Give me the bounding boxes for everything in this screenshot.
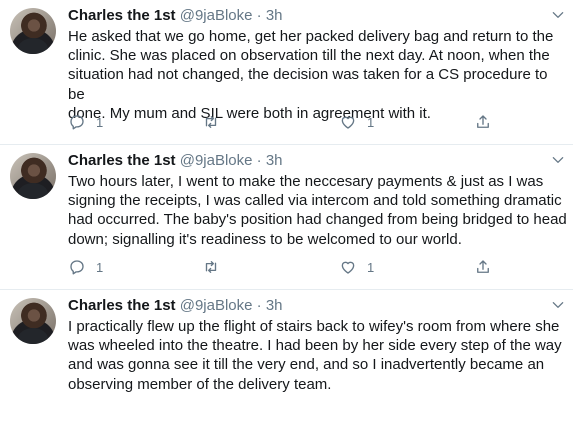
author-name[interactable]: Charles the 1st	[68, 297, 176, 314]
author-name[interactable]: Charles the 1st	[68, 152, 176, 169]
avatar[interactable]	[10, 8, 56, 54]
retweet-icon	[202, 113, 220, 131]
like-icon	[339, 258, 357, 276]
tweet-header: Charles the 1st @9jaBloke · 3h	[68, 6, 543, 26]
separator-dot: ·	[256, 152, 262, 169]
tweet-text: He asked that we go home, get her packed…	[68, 28, 554, 122]
author-handle[interactable]: @9jaBloke	[180, 152, 253, 169]
timestamp[interactable]: 3h	[266, 7, 283, 24]
like-button[interactable]: 1	[339, 112, 374, 132]
like-button[interactable]: 1	[339, 257, 374, 277]
retweet-button[interactable]	[202, 112, 230, 132]
separator-dot: ·	[256, 297, 262, 314]
chevron-down-icon[interactable]	[551, 298, 565, 312]
tweet-actions: 1 1	[68, 257, 508, 277]
reply-count: 1	[96, 259, 104, 275]
tweet-header: Charles the 1st @9jaBloke · 3h	[68, 296, 543, 316]
retweet-icon	[202, 258, 220, 276]
like-count: 1	[367, 259, 375, 275]
timestamp[interactable]: 3h	[266, 297, 283, 314]
reply-button[interactable]: 1	[68, 112, 103, 132]
tweet-actions: 1 1	[68, 112, 508, 132]
reply-count: 1	[96, 114, 104, 130]
retweet-button[interactable]	[202, 257, 230, 277]
author-handle[interactable]: @9jaBloke	[180, 7, 253, 24]
avatar[interactable]	[10, 298, 56, 344]
tweet-header: Charles the 1st @9jaBloke · 3h	[68, 151, 543, 171]
chevron-down-icon[interactable]	[551, 8, 565, 22]
tweet[interactable]: Charles the 1st @9jaBloke · 3h He asked …	[0, 0, 573, 145]
like-count: 1	[367, 114, 375, 130]
author-name[interactable]: Charles the 1st	[68, 7, 176, 24]
share-button[interactable]	[474, 257, 492, 277]
author-handle[interactable]: @9jaBloke	[180, 297, 253, 314]
tweet-text: I practically flew up the flight of stai…	[68, 318, 562, 393]
reply-icon	[68, 113, 86, 131]
chevron-down-icon[interactable]	[551, 153, 565, 167]
share-icon	[474, 113, 492, 131]
separator-dot: ·	[256, 7, 262, 24]
timestamp[interactable]: 3h	[266, 152, 283, 169]
reply-icon	[68, 258, 86, 276]
tweet[interactable]: Charles the 1st @9jaBloke · 3h I practic…	[0, 290, 573, 435]
avatar[interactable]	[10, 153, 56, 199]
tweet-text: Two hours later, I went to make the necc…	[68, 173, 567, 248]
tweet[interactable]: Charles the 1st @9jaBloke · 3h Two hours…	[0, 145, 573, 290]
share-icon	[474, 258, 492, 276]
like-icon	[339, 113, 357, 131]
reply-button[interactable]: 1	[68, 257, 103, 277]
share-button[interactable]	[474, 112, 492, 132]
